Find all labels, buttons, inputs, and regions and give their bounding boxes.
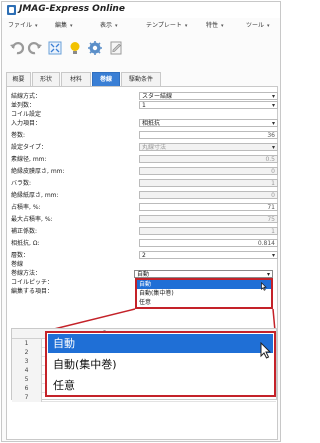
turns-row: 巻数: 36 <box>7 131 278 140</box>
tab-bar: 概要 形状 材料 巻線 駆動条件 <box>6 72 278 86</box>
layers-select[interactable]: 2 <box>139 251 278 259</box>
phase-res-row: 相抵抗, Ω: 0.814 <box>7 239 278 248</box>
app-title: JMAG-Express Online <box>19 4 125 14</box>
mouse-cursor-icon <box>260 342 272 359</box>
winding-heading-row: 巻線 <box>7 260 277 269</box>
menu-characteristics[interactable]: 特性 ▾ <box>206 20 224 29</box>
winding-type-select[interactable]: スター結線 <box>139 92 278 100</box>
menu-bar: ファイル ▾ 編集 ▾ 表示 ▾ テンプレート ▾ 特性 ▾ ツール ▾ <box>2 19 280 29</box>
row-number: 4 <box>12 366 42 375</box>
fit-view-icon[interactable] <box>47 40 63 56</box>
tab-overview[interactable]: 概要 <box>6 72 31 86</box>
chevron-down-icon: ▾ <box>70 23 73 29</box>
edit-items-label: 編集する項目： <box>11 288 54 295</box>
max-fill-row: 最大占積率, %: 75 <box>7 215 278 224</box>
winding-type-row: 結線方式： スター結線 <box>7 92 278 101</box>
chevron-down-icon: ▾ <box>267 23 270 29</box>
strands-field[interactable]: 1 <box>139 179 278 187</box>
turns-field[interactable]: 36 <box>139 131 278 139</box>
row-number: 1 <box>12 339 42 348</box>
row-number: 5 <box>12 375 42 384</box>
insul-paper-field[interactable]: 0 <box>139 191 278 199</box>
setting-type-select[interactable]: 丸線寸法 <box>139 143 278 151</box>
strands-label: バラ数: <box>11 180 32 187</box>
chevron-down-icon: ▾ <box>221 23 224 29</box>
coil-pitch-label: コイルピッチ： <box>11 279 54 286</box>
input-item-select[interactable]: 相抵抗 <box>139 119 278 127</box>
tab-shape[interactable]: 形状 <box>32 72 60 86</box>
correction-label: 補正係数: <box>11 228 38 235</box>
strand-dia-field[interactable]: 0.5 <box>139 155 278 163</box>
menu-tools[interactable]: ツール ▾ <box>246 20 270 29</box>
app-window: JMAG-Express Online ファイル ▾ 編集 ▾ 表示 ▾ テンプレート… <box>1 1 281 442</box>
input-item-row: 入力項目： 相抵抗 <box>7 119 278 128</box>
mouse-cursor-small-icon <box>261 282 267 291</box>
input-item-label: 入力項目： <box>11 120 42 127</box>
chevron-down-icon: ▾ <box>35 23 38 29</box>
correction-row: 補正係数: 1 <box>7 227 278 236</box>
insul-paper-row: 絶縁紙厚さ, mm: 0 <box>7 191 278 200</box>
menu-template[interactable]: テンプレート ▾ <box>146 20 187 29</box>
chevron-down-icon: ▾ <box>115 23 118 29</box>
tab-winding[interactable]: 巻線 <box>92 72 120 86</box>
zoom-option-auto-concentrated[interactable]: 自動(集中巻) <box>48 355 273 374</box>
insul-thick-label: 絶縁皮膜厚さ, mm: <box>11 168 65 175</box>
winding-method-label: 巻線方法： <box>11 270 42 277</box>
parallel-label: 並列数： <box>11 102 36 109</box>
insul-paper-label: 絶縁紙厚さ, mm: <box>11 192 59 199</box>
fill-factor-row: 占積率, %: 71 <box>7 203 278 212</box>
winding-heading: 巻線 <box>11 261 24 268</box>
correction-field[interactable]: 1 <box>139 227 278 235</box>
winding-type-label: 結線方式： <box>11 93 42 100</box>
gear-icon[interactable] <box>87 40 103 56</box>
coil-settings-heading-row: コイル設定 <box>7 110 277 119</box>
menu-file[interactable]: ファイル ▾ <box>8 20 38 29</box>
layers-label: 層数： <box>11 252 30 259</box>
edit-document-icon[interactable] <box>108 40 124 56</box>
parallel-row: 並列数： 1 <box>7 101 278 110</box>
phase-res-field[interactable]: 0.814 <box>139 239 278 247</box>
app-logo-icon <box>7 5 16 15</box>
fill-factor-field[interactable]: 71 <box>139 203 278 211</box>
strands-row: バラ数: 1 <box>7 179 278 188</box>
zoomed-dropdown-callout: 自動 自動(集中巻) 任意 <box>45 331 276 397</box>
strand-dia-row: 素線径, mm: 0.5 <box>7 155 278 164</box>
coil-settings-heading: コイル設定 <box>11 111 42 118</box>
winding-method-select[interactable]: 自動 <box>134 270 273 278</box>
max-fill-field[interactable]: 75 <box>139 215 278 223</box>
layers-row: 層数： 2 <box>7 251 278 260</box>
row-number: 3 <box>12 357 42 366</box>
redo-icon[interactable] <box>27 40 43 56</box>
dropdown-option-auto-concentrated[interactable]: 自動(集中巻) <box>137 289 271 298</box>
phase-res-label: 相抵抗, Ω: <box>11 240 40 247</box>
row-number: 6 <box>12 384 42 393</box>
lightbulb-icon[interactable] <box>67 40 83 56</box>
menu-edit[interactable]: 編集 ▾ <box>55 20 73 29</box>
setting-type-label: 設定タイプ： <box>11 144 48 151</box>
strand-dia-label: 素線径, mm: <box>11 156 47 163</box>
insul-thick-field[interactable]: 0 <box>139 167 278 175</box>
insul-thick-row: 絶縁皮膜厚さ, mm: 0 <box>7 167 278 176</box>
title-bar: JMAG-Express Online <box>2 2 280 18</box>
dropdown-option-arbitrary[interactable]: 任意 <box>137 298 271 307</box>
toolbar <box>2 37 280 59</box>
turns-label: 巻数: <box>11 132 26 139</box>
winding-method-dropdown-list: 自動 自動(集中巻) 任意 <box>135 278 273 309</box>
parallel-select[interactable]: 1 <box>139 101 278 109</box>
max-fill-label: 最大占積率, %: <box>11 216 53 223</box>
zoom-option-arbitrary[interactable]: 任意 <box>48 376 273 395</box>
row-number: 7 <box>12 393 42 402</box>
undo-icon[interactable] <box>9 40 25 56</box>
fill-factor-label: 占積率, %: <box>11 204 41 211</box>
chevron-down-icon: ▾ <box>184 23 188 29</box>
zoom-option-auto[interactable]: 自動 <box>48 334 273 353</box>
dropdown-option-auto[interactable]: 自動 <box>137 280 271 289</box>
row-number: 2 <box>12 348 42 357</box>
menu-view[interactable]: 表示 ▾ <box>100 20 118 29</box>
tab-material[interactable]: 材料 <box>61 72 91 86</box>
setting-type-row: 設定タイプ： 丸線寸法 <box>7 143 278 152</box>
tab-drive-conditions[interactable]: 駆動条件 <box>121 72 161 86</box>
